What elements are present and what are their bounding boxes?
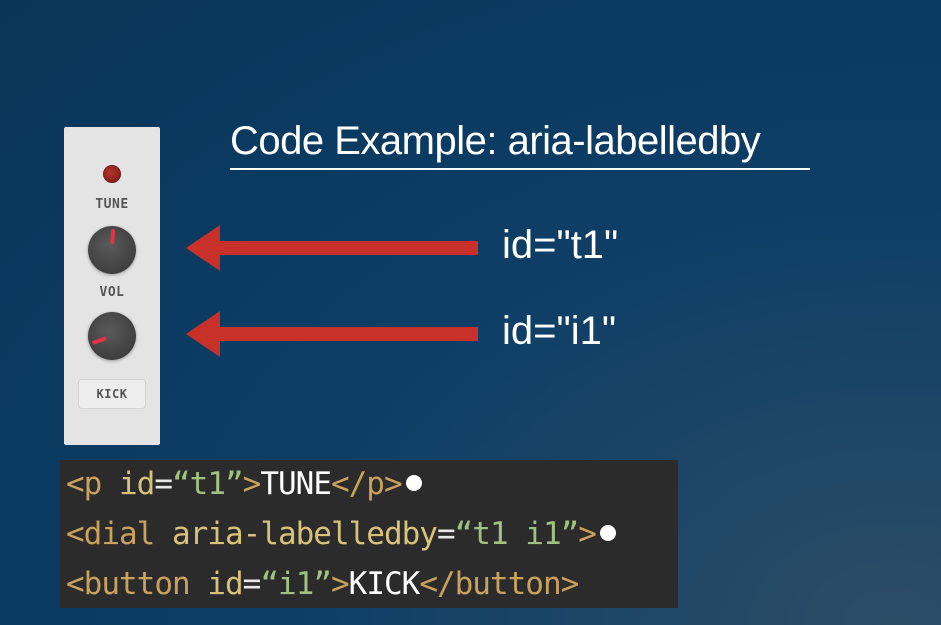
code-attr: aria-labelledby <box>172 516 438 552</box>
code-tag: <dial <box>66 516 155 552</box>
code-tag: > <box>578 516 597 552</box>
code-eq: = <box>154 466 173 502</box>
code-eq: = <box>436 516 456 552</box>
vol-knob[interactable] <box>88 312 136 360</box>
tune-knob-indicator <box>110 228 116 245</box>
slide-title: Code Example: aria-labelledby <box>230 119 761 163</box>
led-indicator <box>103 165 121 183</box>
vol-knob-indicator <box>91 336 108 346</box>
code-attr: id <box>119 466 155 502</box>
code-tag: <button <box>66 566 191 602</box>
code-line-3: <button id=“i1”>KICK</button> <box>66 564 579 604</box>
code-line-2: <dial aria-labelledby=“t1 i1”> <box>66 514 616 554</box>
tune-label: TUNE <box>95 197 129 212</box>
code-tag: <p <box>66 466 102 502</box>
code-eq: = <box>242 566 262 602</box>
title-underline <box>230 168 810 170</box>
bullet-dot <box>599 524 616 541</box>
code-tag: > <box>242 466 262 502</box>
callout-t1: id="t1" <box>502 223 619 267</box>
code-string: “t1 i1” <box>454 516 580 552</box>
code-tag: > <box>330 566 350 602</box>
bullet-dot <box>405 474 422 491</box>
code-block: <p id=“t1”>TUNE</p> <dial aria-labelledb… <box>60 460 678 608</box>
code-string: “t1” <box>172 466 244 502</box>
tune-knob[interactable] <box>88 226 136 274</box>
code-tag: </button> <box>419 566 579 602</box>
kick-button[interactable]: KICK <box>78 379 146 409</box>
left-arrow-icon <box>186 311 478 357</box>
code-string: “i1” <box>260 566 332 602</box>
code-line-1: <p id=“t1”>TUNE</p> <box>66 464 422 504</box>
callout-i1: id="i1" <box>502 309 617 353</box>
code-attr: id <box>207 566 243 602</box>
code-text: TUNE <box>260 466 332 502</box>
left-arrow-icon <box>186 225 478 271</box>
vol-label: VOL <box>99 285 125 300</box>
code-tag: </p> <box>330 466 403 502</box>
code-text: KICK <box>348 566 421 602</box>
